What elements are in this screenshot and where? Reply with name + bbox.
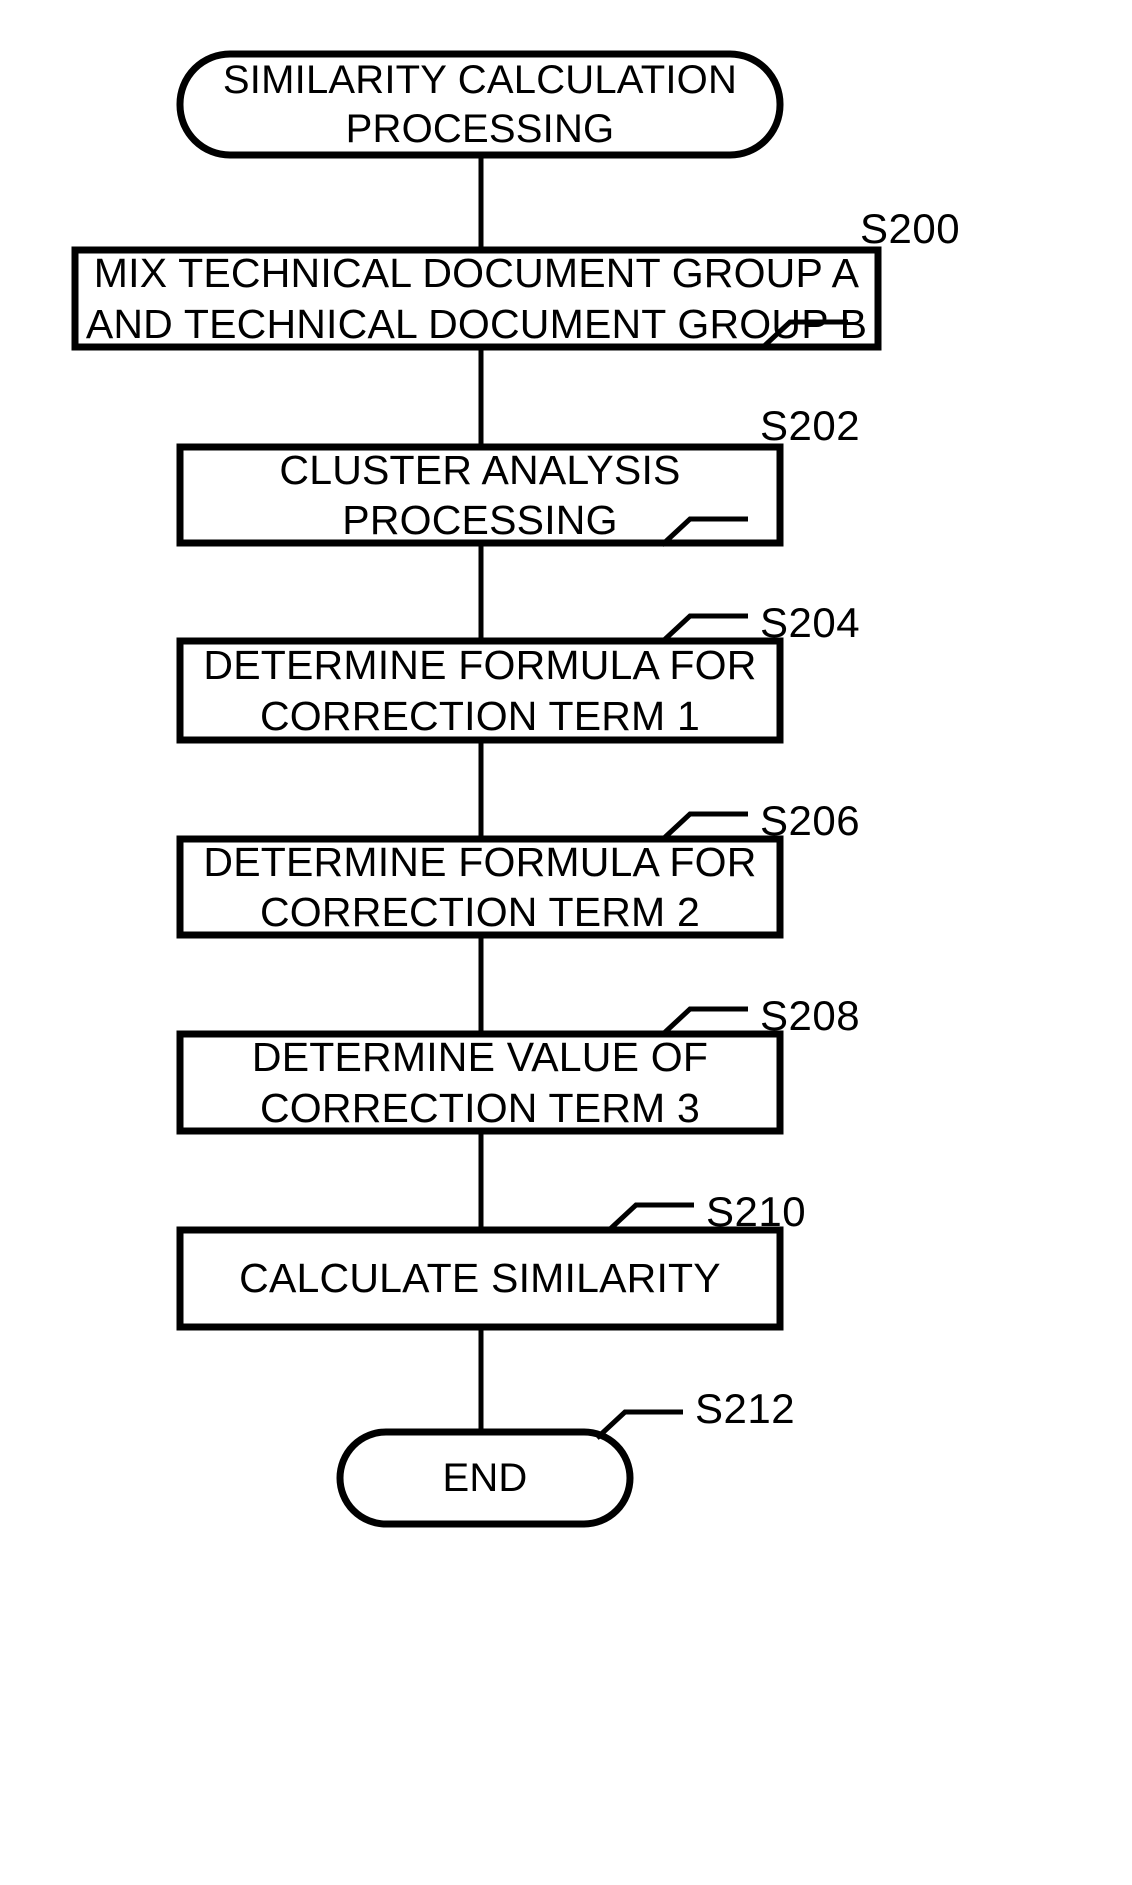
node-end-shape xyxy=(336,1428,634,1528)
flowchart-graphics xyxy=(71,50,882,1528)
node-s206-shape xyxy=(176,835,784,939)
step-label-s202: S202 xyxy=(760,402,861,449)
step-label-s210: S210 xyxy=(706,1188,807,1235)
node-s204-shape xyxy=(176,637,784,744)
leader-line-s212 xyxy=(595,1409,683,1440)
step-label-s200: S200 xyxy=(860,205,961,252)
step-label-s212: S212 xyxy=(695,1385,796,1432)
node-s208-shape xyxy=(176,1030,784,1135)
step-label-s208: S208 xyxy=(760,992,861,1039)
step-label-s204: S204 xyxy=(760,599,861,646)
step-label-s206: S206 xyxy=(760,797,861,844)
flowchart-canvas: SIMILARITY CALCULATION PROCESSING MIX TE… xyxy=(0,0,1132,1885)
node-s210-shape xyxy=(176,1226,784,1331)
node-start-shape xyxy=(176,50,784,159)
node-s202-shape xyxy=(176,443,784,547)
node-s200-shape xyxy=(71,246,882,351)
